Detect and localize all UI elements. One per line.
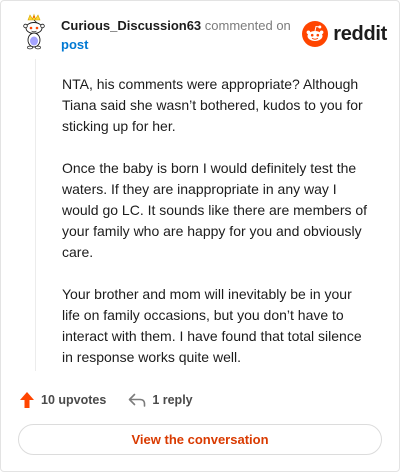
reply-button[interactable]: 1 reply (128, 393, 193, 407)
post-link[interactable]: post (61, 35, 88, 54)
snoo-avatar-icon (23, 13, 45, 50)
upvote-button[interactable]: 10 upvotes (19, 391, 106, 409)
comment-paragraph: NTA, his comments were appropriate? Alth… (62, 76, 363, 134)
username-link[interactable]: Curious_Discussion63 (61, 18, 201, 33)
comment-paragraph: Your brother and mom will inevitably be … (62, 286, 362, 365)
upvote-count: 10 upvotes (41, 393, 107, 407)
reddit-wordmark: reddit (333, 22, 387, 45)
reddit-snoo-icon (302, 21, 329, 47)
view-conversation-button[interactable]: View the conversation (18, 424, 382, 455)
comment-paragraph: Once the baby is born I would definitely… (62, 160, 368, 260)
reply-count: 1 reply (152, 393, 193, 407)
user-avatar[interactable] (19, 13, 49, 51)
thread-line[interactable] (35, 59, 36, 371)
commented-on-label: commented on (204, 18, 291, 33)
upvote-arrow-icon (20, 392, 34, 408)
comment-actions: 10 upvotes 1 reply (19, 389, 193, 411)
comment-card: Curious_Discussion63 commented on post r… (0, 0, 400, 472)
reddit-logo[interactable]: reddit (302, 20, 387, 48)
reply-arrow-icon (129, 393, 146, 407)
comment-header: Curious_Discussion63 commented on post (61, 16, 301, 54)
comment-body: NTA, his comments were appropriate? Alth… (62, 74, 372, 389)
